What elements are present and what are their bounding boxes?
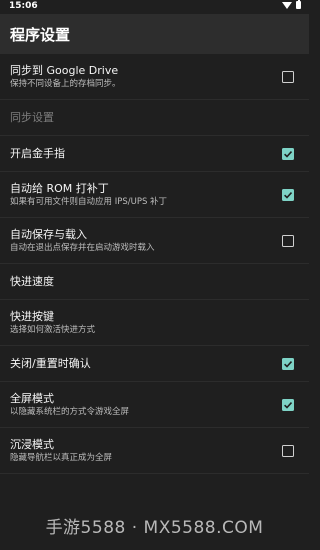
status-bar: 15:06 [0, 0, 309, 14]
confirm-checkbox[interactable] [282, 357, 294, 370]
setting-confirm-close-reset[interactable]: 关闭/重置时确认 [0, 346, 309, 382]
setting-title: 全屏模式 [10, 392, 54, 405]
setting-subtitle: 自动在退出点保存并在启动游戏时载入 [10, 243, 155, 253]
cheats-checkbox[interactable] [282, 147, 294, 160]
setting-subtitle: 以隐藏系统栏的方式令游戏全屏 [10, 407, 130, 417]
section-header-label: 同步设置 [10, 111, 54, 124]
setting-fullscreen[interactable]: 全屏模式 以隐藏系统栏的方式令游戏全屏 [0, 382, 309, 428]
setting-title: 同步到 Google Drive [10, 64, 119, 77]
section-header-sync: 同步设置 [0, 100, 309, 136]
setting-auto-save-load[interactable]: 自动保存与载入 自动在退出点保存并在启动游戏时载入 [0, 218, 309, 264]
checkmark-icon [284, 401, 293, 409]
setting-subtitle: 如果有可用文件则自动应用 IPS/UPS 补丁 [10, 197, 168, 207]
setting-title: 自动给 ROM 打补丁 [10, 182, 109, 195]
setting-title: 关闭/重置时确认 [10, 357, 91, 370]
immersive-checkbox[interactable] [282, 444, 294, 457]
status-icons [282, 0, 301, 9]
battery-icon [296, 0, 301, 9]
setting-fast-forward-speed[interactable]: 快进速度 [0, 264, 309, 300]
settings-list: 同步到 Google Drive 保持不同设备上的存档同步。 同步设置 开启金手… [0, 54, 309, 474]
checkmark-icon [284, 150, 293, 158]
status-time: 15:06 [9, 1, 38, 11]
checkmark-icon [284, 360, 293, 368]
setting-title: 开启金手指 [10, 147, 65, 160]
setting-subtitle: 选择如何激活快进方式 [10, 325, 96, 335]
setting-fast-forward-button[interactable]: 快进按键 选择如何激活快进方式 [0, 300, 309, 346]
app-bar: 程序设置 [0, 14, 309, 54]
setting-title: 沉浸模式 [10, 438, 54, 451]
setting-title: 快进速度 [10, 275, 54, 288]
fullscreen-checkbox[interactable] [282, 398, 294, 411]
auto-save-checkbox[interactable] [282, 234, 294, 247]
page-title: 程序设置 [10, 25, 71, 44]
setting-sync-google-drive[interactable]: 同步到 Google Drive 保持不同设备上的存档同步。 [0, 54, 309, 100]
setting-title: 快进按键 [10, 310, 54, 323]
auto-patch-checkbox[interactable] [282, 188, 294, 201]
setting-title: 自动保存与载入 [10, 228, 87, 241]
setting-subtitle: 隐藏导航栏以真正成为全屏 [10, 453, 113, 463]
sync-checkbox[interactable] [282, 70, 294, 83]
setting-immersive[interactable]: 沉浸模式 隐藏导航栏以真正成为全屏 [0, 428, 309, 474]
setting-subtitle: 保持不同设备上的存档同步。 [10, 79, 121, 89]
checkmark-icon [284, 191, 293, 199]
setting-auto-patch-rom[interactable]: 自动给 ROM 打补丁 如果有可用文件则自动应用 IPS/UPS 补丁 [0, 172, 309, 218]
watermark: 手游5588 · MX5588.COM [45, 518, 264, 538]
wifi-icon [282, 1, 292, 9]
setting-cheats[interactable]: 开启金手指 [0, 136, 309, 172]
